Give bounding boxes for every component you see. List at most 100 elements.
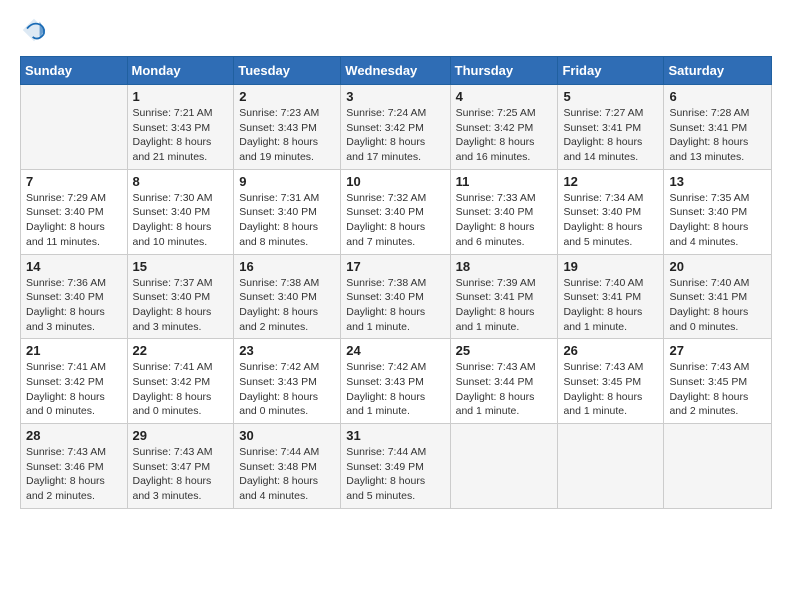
day-info: Sunrise: 7:35 AMSunset: 3:40 PMDaylight:… [669,191,766,250]
calendar-cell: 8Sunrise: 7:30 AMSunset: 3:40 PMDaylight… [127,169,234,254]
day-info: Sunrise: 7:42 AMSunset: 3:43 PMDaylight:… [239,360,335,419]
calendar-cell: 18 Sunrise: 7:39 AMSunset: 3:41 PMDayligh… [450,254,558,339]
day-info: Sunrise: 7:44 AMSunset: 3:49 PMDaylight:… [346,445,444,504]
day-info: Sunrise: 7:31 AMSunset: 3:40 PMDaylight:… [239,191,335,250]
day-info: Sunrise: 7:43 AMSunset: 3:45 PMDaylight:… [669,360,766,419]
day-info: Sunrise: 7:21 AMSunset: 3:43 PMDaylight:… [133,106,229,165]
day-number: 19 [563,259,658,274]
calendar-cell: 26Sunrise: 7:43 AMSunset: 3:45 PMDayligh… [558,339,664,424]
day-number: 30 [239,428,335,443]
day-number: 25 [456,343,553,358]
day-info: Sunrise: 7:41 AMSunset: 3:42 PMDaylight:… [26,360,122,419]
calendar-cell: 6 Sunrise: 7:28 AMSunset: 3:41 PMDaylight… [664,85,772,170]
day-info: Sunrise: 7:41 AMSunset: 3:42 PMDaylight:… [133,360,229,419]
day-number: 8 [133,174,229,189]
day-number: 20 [669,259,766,274]
calendar-cell [558,424,664,509]
calendar-week-row: 28 Sunrise: 7:43 AMSunset: 3:46 PMDayligh… [21,424,772,509]
calendar-cell: 30 Sunrise: 7:44 AMSunset: 3:48 PMDayligh… [234,424,341,509]
weekday-header-wednesday: Wednesday [341,57,450,85]
day-info: Sunrise: 7:29 AMSunset: 3:40 PMDaylight:… [26,191,122,250]
calendar-cell: 5 Sunrise: 7:27 AMSunset: 3:41 PMDaylight… [558,85,664,170]
day-info: Sunrise: 7:37 AMSunset: 3:40 PMDaylight:… [133,276,229,335]
day-info: Sunrise: 7:38 AMSunset: 3:40 PMDaylight:… [239,276,335,335]
day-info: Sunrise: 7:44 AMSunset: 3:48 PMDaylight:… [239,445,335,504]
day-number: 21 [26,343,122,358]
day-info: Sunrise: 7:25 AMSunset: 3:42 PMDaylight:… [456,106,553,165]
calendar-week-row: 21 Sunrise: 7:41 AMSunset: 3:42 PMDayligh… [21,339,772,424]
weekday-header-thursday: Thursday [450,57,558,85]
day-info: Sunrise: 7:28 AMSunset: 3:41 PMDaylight:… [669,106,766,165]
calendar-cell: 27 Sunrise: 7:43 AMSunset: 3:45 PMDayligh… [664,339,772,424]
day-number: 14 [26,259,122,274]
calendar-cell: 10 Sunrise: 7:32 AMSunset: 3:40 PMDayligh… [341,169,450,254]
day-info: Sunrise: 7:34 AMSunset: 3:40 PMDaylight:… [563,191,658,250]
calendar-cell: 28 Sunrise: 7:43 AMSunset: 3:46 PMDayligh… [21,424,128,509]
day-number: 27 [669,343,766,358]
header [20,16,772,44]
calendar-cell: 3 Sunrise: 7:24 AMSunset: 3:42 PMDaylight… [341,85,450,170]
day-number: 3 [346,89,444,104]
day-number: 18 [456,259,553,274]
calendar-cell: 22 Sunrise: 7:41 AMSunset: 3:42 PMDayligh… [127,339,234,424]
calendar-cell [450,424,558,509]
header-row: SundayMondayTuesdayWednesdayThursdayFrid… [21,57,772,85]
day-number: 12 [563,174,658,189]
calendar-cell: 25Sunrise: 7:43 AMSunset: 3:44 PMDayligh… [450,339,558,424]
calendar-cell: 4Sunrise: 7:25 AMSunset: 3:42 PMDaylight… [450,85,558,170]
day-number: 28 [26,428,122,443]
day-info: Sunrise: 7:43 AMSunset: 3:45 PMDaylight:… [563,360,658,419]
day-number: 9 [239,174,335,189]
day-info: Sunrise: 7:32 AMSunset: 3:40 PMDaylight:… [346,191,444,250]
day-info: Sunrise: 7:40 AMSunset: 3:41 PMDaylight:… [563,276,658,335]
day-number: 17 [346,259,444,274]
day-number: 2 [239,89,335,104]
day-number: 31 [346,428,444,443]
calendar-cell: 9 Sunrise: 7:31 AMSunset: 3:40 PMDaylight… [234,169,341,254]
day-info: Sunrise: 7:43 AMSunset: 3:47 PMDaylight:… [133,445,229,504]
calendar-cell: 31 Sunrise: 7:44 AMSunset: 3:49 PMDayligh… [341,424,450,509]
calendar-cell [21,85,128,170]
day-info: Sunrise: 7:23 AMSunset: 3:43 PMDaylight:… [239,106,335,165]
calendar-table: SundayMondayTuesdayWednesdayThursdayFrid… [20,56,772,509]
day-number: 13 [669,174,766,189]
calendar-week-row: 14 Sunrise: 7:36 AMSunset: 3:40 PMDayligh… [21,254,772,339]
day-number: 29 [133,428,229,443]
calendar-cell: 23 Sunrise: 7:42 AMSunset: 3:43 PMDayligh… [234,339,341,424]
weekday-header-monday: Monday [127,57,234,85]
day-info: Sunrise: 7:39 AMSunset: 3:41 PMDaylight:… [456,276,553,335]
weekday-header-friday: Friday [558,57,664,85]
day-info: Sunrise: 7:40 AMSunset: 3:41 PMDaylight:… [669,276,766,335]
calendar-cell: 29 Sunrise: 7:43 AMSunset: 3:47 PMDayligh… [127,424,234,509]
day-info: Sunrise: 7:36 AMSunset: 3:40 PMDaylight:… [26,276,122,335]
calendar-cell: 16 Sunrise: 7:38 AMSunset: 3:40 PMDayligh… [234,254,341,339]
day-info: Sunrise: 7:43 AMSunset: 3:46 PMDaylight:… [26,445,122,504]
day-number: 10 [346,174,444,189]
logo [20,16,52,44]
day-number: 5 [563,89,658,104]
day-info: Sunrise: 7:24 AMSunset: 3:42 PMDaylight:… [346,106,444,165]
day-info: Sunrise: 7:38 AMSunset: 3:40 PMDaylight:… [346,276,444,335]
calendar-cell: 12 Sunrise: 7:34 AMSunset: 3:40 PMDayligh… [558,169,664,254]
calendar-week-row: 7Sunrise: 7:29 AMSunset: 3:40 PMDaylight… [21,169,772,254]
day-number: 6 [669,89,766,104]
weekday-header-saturday: Saturday [664,57,772,85]
day-number: 11 [456,174,553,189]
weekday-header-sunday: Sunday [21,57,128,85]
calendar-week-row: 1Sunrise: 7:21 AMSunset: 3:43 PMDaylight… [21,85,772,170]
day-number: 23 [239,343,335,358]
day-number: 15 [133,259,229,274]
logo-icon [20,16,48,44]
calendar-cell [664,424,772,509]
day-info: Sunrise: 7:27 AMSunset: 3:41 PMDaylight:… [563,106,658,165]
calendar-cell: 21 Sunrise: 7:41 AMSunset: 3:42 PMDayligh… [21,339,128,424]
calendar-cell: 1Sunrise: 7:21 AMSunset: 3:43 PMDaylight… [127,85,234,170]
calendar-cell: 17 Sunrise: 7:38 AMSunset: 3:40 PMDayligh… [341,254,450,339]
calendar-cell: 11Sunrise: 7:33 AMSunset: 3:40 PMDayligh… [450,169,558,254]
day-number: 22 [133,343,229,358]
calendar-cell: 19 Sunrise: 7:40 AMSunset: 3:41 PMDayligh… [558,254,664,339]
day-number: 16 [239,259,335,274]
calendar-cell: 13 Sunrise: 7:35 AMSunset: 3:40 PMDayligh… [664,169,772,254]
calendar-cell: 7Sunrise: 7:29 AMSunset: 3:40 PMDaylight… [21,169,128,254]
calendar-cell: 24Sunrise: 7:42 AMSunset: 3:43 PMDayligh… [341,339,450,424]
